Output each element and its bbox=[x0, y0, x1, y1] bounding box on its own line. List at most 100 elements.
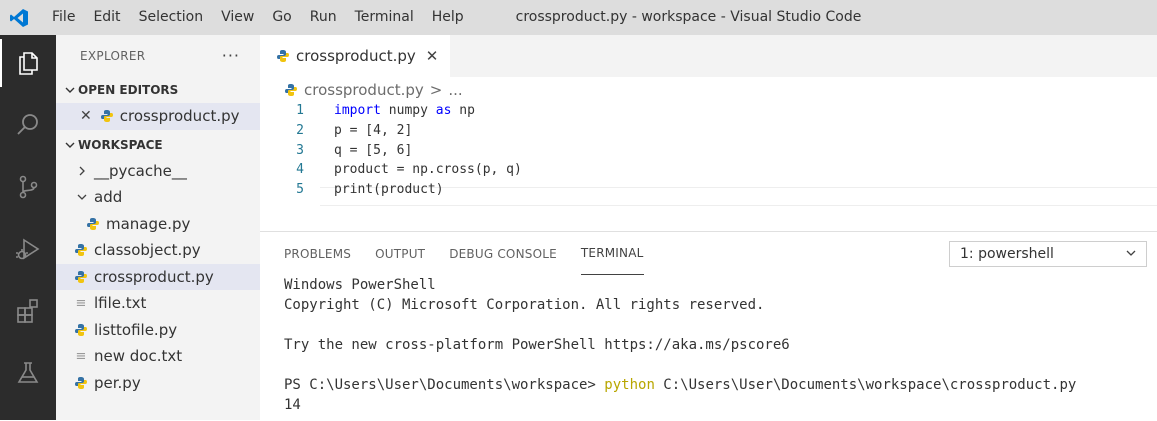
line-number: 1 bbox=[296, 103, 304, 118]
python-file-icon bbox=[100, 109, 114, 123]
title-bar: File Edit Selection View Go Run Terminal… bbox=[0, 0, 1157, 35]
open-editor-filename: crossproduct.py bbox=[119, 107, 240, 126]
code-line-1: import numpy as np bbox=[334, 103, 475, 118]
code-line-3: q = [5, 6] bbox=[334, 143, 413, 158]
menu-view[interactable]: View bbox=[212, 0, 263, 35]
file-tree: __pycache__add manage.py classobject.py cro… bbox=[56, 158, 260, 397]
tree-item-label: add bbox=[94, 188, 123, 207]
tree-item-label: lfile.txt bbox=[94, 294, 147, 313]
tab-output[interactable]: OUTPUT bbox=[375, 232, 425, 275]
keyword: import bbox=[334, 103, 381, 118]
line-number: 3 bbox=[296, 143, 304, 158]
terminal-line: Copyright (C) Microsoft Corporation. All… bbox=[284, 297, 765, 313]
chevron-right-icon bbox=[74, 165, 90, 177]
breadcrumb-more[interactable]: ... bbox=[448, 81, 462, 99]
file-item[interactable]: classobject.py bbox=[56, 237, 260, 264]
file-item[interactable]: crossproduct.py bbox=[56, 263, 260, 290]
menu-selection[interactable]: Selection bbox=[130, 0, 213, 35]
explorer-header: EXPLORER ··· bbox=[56, 35, 260, 77]
menu-terminal[interactable]: Terminal bbox=[346, 0, 423, 35]
chevron-down-icon bbox=[74, 191, 90, 203]
terminal-select-value: 1: powershell bbox=[960, 246, 1054, 262]
chevron-down-icon bbox=[62, 139, 78, 151]
more-actions-icon[interactable]: ··· bbox=[222, 46, 240, 65]
tab-problems[interactable]: PROBLEMS bbox=[284, 232, 351, 275]
line-number: 2 bbox=[296, 123, 304, 138]
terminal-prompt: PS C:\Users\User\Documents\workspace> bbox=[284, 377, 605, 393]
terminal-output[interactable]: Windows PowerShell Copyright (C) Microsof… bbox=[260, 275, 1157, 415]
breadcrumb-separator: > bbox=[429, 81, 443, 99]
tree-item-label: listtofile.py bbox=[94, 320, 178, 339]
tab-debug-console[interactable]: DEBUG CONSOLE bbox=[449, 232, 557, 275]
menu-edit[interactable]: Edit bbox=[84, 0, 129, 35]
chevron-down-icon bbox=[62, 84, 78, 96]
terminal-result: 14 bbox=[284, 397, 301, 413]
menu-go[interactable]: Go bbox=[263, 0, 300, 35]
terminal-line: Windows PowerShell bbox=[284, 277, 436, 293]
menu-run[interactable]: Run bbox=[301, 0, 346, 35]
explorer-icon[interactable] bbox=[0, 39, 56, 87]
file-item[interactable]: manage.py bbox=[56, 211, 260, 238]
code-line-4: product = np.cross(p, q) bbox=[334, 162, 522, 177]
code-line-2: p = [4, 2] bbox=[334, 123, 413, 138]
tree-item-label: manage.py bbox=[106, 214, 191, 233]
editor-area: crossproduct.py ✕ crossproduct.py > ... … bbox=[260, 35, 1157, 231]
breadcrumb-file[interactable]: crossproduct.py bbox=[304, 81, 424, 99]
search-icon[interactable] bbox=[0, 101, 56, 149]
python-file-icon bbox=[74, 376, 88, 390]
folder-item[interactable]: __pycache__ bbox=[56, 158, 260, 185]
line-number: 5 bbox=[296, 182, 304, 197]
open-editor-item[interactable]: ✕ crossproduct.py bbox=[56, 103, 260, 130]
code-line-5: print(product) bbox=[334, 182, 444, 197]
text-file-icon: ≡ bbox=[75, 348, 87, 364]
tab-close-icon[interactable]: ✕ bbox=[426, 47, 439, 65]
current-line-highlight bbox=[320, 187, 1157, 206]
python-file-icon bbox=[74, 243, 88, 257]
file-item[interactable]: listtofile.py bbox=[56, 317, 260, 344]
menu-file[interactable]: File bbox=[43, 0, 84, 35]
terminal-select[interactable]: 1: powershell bbox=[949, 241, 1147, 267]
open-editors-section[interactable]: OPEN EDITORS bbox=[56, 77, 260, 103]
terminal-args: C:\Users\User\Documents\workspace\crossp… bbox=[654, 377, 1077, 393]
tab-terminal[interactable]: TERMINAL bbox=[580, 232, 644, 275]
file-item[interactable]: per.py bbox=[56, 370, 260, 397]
python-file-icon bbox=[74, 323, 88, 337]
explorer-sidebar: EXPLORER ··· OPEN EDITORS ✕ crossproduct… bbox=[56, 35, 260, 420]
menu-bar: File Edit Selection View Go Run Terminal… bbox=[43, 0, 473, 35]
extensions-icon[interactable] bbox=[0, 287, 56, 335]
file-item[interactable]: ≡ new doc.txt bbox=[56, 343, 260, 370]
close-icon[interactable]: ✕ bbox=[80, 108, 92, 124]
python-file-icon bbox=[276, 49, 290, 63]
file-item[interactable]: ≡ lfile.txt bbox=[56, 290, 260, 317]
tree-item-label: crossproduct.py bbox=[94, 267, 214, 286]
testing-flask-icon[interactable] bbox=[0, 349, 56, 397]
vscode-logo-icon bbox=[9, 8, 29, 28]
source-control-icon[interactable] bbox=[0, 163, 56, 211]
workspace-section[interactable]: WORKSPACE bbox=[56, 132, 260, 158]
terminal-command: python bbox=[604, 377, 655, 393]
menu-help[interactable]: Help bbox=[423, 0, 473, 35]
workspace-label: WORKSPACE bbox=[78, 137, 163, 152]
explorer-title: EXPLORER bbox=[80, 49, 146, 63]
terminal-command-line: PS C:\Users\User\Documents\workspace> py… bbox=[284, 375, 1157, 395]
activity-bar bbox=[0, 35, 56, 420]
text-file-icon: ≡ bbox=[75, 295, 87, 311]
tree-item-label: per.py bbox=[94, 373, 141, 392]
tree-item-label: classobject.py bbox=[94, 241, 201, 260]
open-editors-label: OPEN EDITORS bbox=[78, 83, 179, 97]
python-file-icon bbox=[86, 217, 100, 231]
folder-item[interactable]: add bbox=[56, 184, 260, 211]
editor-tab-crossproduct[interactable]: crossproduct.py ✕ bbox=[260, 35, 451, 77]
code-text: np bbox=[451, 103, 475, 118]
terminal-line: Try the new cross-platform PowerShell ht… bbox=[284, 337, 790, 353]
editor-tab-bar: crossproduct.py ✕ bbox=[260, 35, 1157, 77]
tree-item-label: new doc.txt bbox=[94, 347, 183, 366]
python-file-icon bbox=[284, 83, 298, 97]
tab-label: crossproduct.py bbox=[296, 47, 416, 65]
run-debug-icon[interactable] bbox=[0, 225, 56, 273]
code-text: numpy bbox=[380, 103, 436, 118]
tree-item-label: __pycache__ bbox=[94, 161, 187, 180]
chevron-down-icon bbox=[1124, 246, 1138, 264]
line-number: 4 bbox=[296, 162, 304, 177]
python-file-icon bbox=[74, 270, 88, 284]
